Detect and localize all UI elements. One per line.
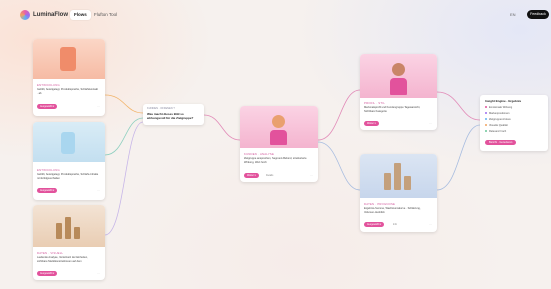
status-dot-icon bbox=[485, 106, 487, 109]
card-image bbox=[33, 39, 105, 79]
connector bbox=[317, 141, 361, 191]
status-dot-icon bbox=[485, 118, 487, 121]
continue-button[interactable]: Weiter ▾ bbox=[364, 121, 379, 126]
more-icon[interactable]: ··· bbox=[429, 222, 432, 227]
question-text: Was macht dieses Bild so wirkungsvoll fü… bbox=[147, 112, 194, 120]
panel-row: Relevanz hoch bbox=[485, 130, 506, 134]
info-link[interactable]: Info bbox=[393, 222, 397, 227]
person-head-icon bbox=[272, 115, 285, 128]
more-icon[interactable]: ··· bbox=[97, 271, 100, 276]
connector bbox=[436, 124, 481, 191]
details-link[interactable]: Details bbox=[266, 173, 273, 178]
more-icon[interactable]: ··· bbox=[97, 104, 100, 109]
card-chart-tan[interactable]: DATEN · VISUELL Laufende Analyse, Vertei… bbox=[33, 205, 105, 280]
select-button[interactable]: Ausgewählt ▾ bbox=[37, 188, 58, 193]
card-tag: ENTWICKLUNG bbox=[37, 168, 60, 172]
connector bbox=[104, 117, 144, 156]
card-description: Gefüllt, bereitgelegt, Produktsprache, S… bbox=[37, 88, 98, 95]
bar-chart-icon bbox=[56, 215, 82, 239]
card-image bbox=[240, 106, 318, 148]
status-dot-icon bbox=[485, 130, 487, 133]
card-container-orange[interactable]: ENTWICKLUNG Gefüllt, bereitgelegt, Produ… bbox=[33, 39, 105, 116]
status-dot-icon bbox=[485, 112, 487, 115]
panel-row: Markenpositionen bbox=[485, 112, 509, 116]
card-description: Gefüllt, bereitgelegt, Produktsprache, S… bbox=[37, 173, 99, 180]
person-head-icon bbox=[392, 63, 405, 76]
select-button[interactable]: Ausgewählt ▾ bbox=[364, 222, 385, 227]
connector bbox=[104, 94, 144, 114]
panel-row: Visuelle Qualität bbox=[485, 124, 508, 128]
connector bbox=[104, 121, 144, 236]
select-button[interactable]: Ausgewählt ▾ bbox=[37, 104, 58, 109]
select-button[interactable]: Ausgewählt ▾ bbox=[37, 271, 58, 276]
card-tag: KUNDEN · ANALYSE bbox=[244, 152, 275, 156]
card-image bbox=[33, 122, 105, 162]
connector bbox=[203, 114, 241, 141]
status-dot-icon bbox=[485, 124, 487, 127]
card-tag: DATEN · VISUELL bbox=[37, 251, 64, 255]
panel-title: Insight Engine · Ergebnis bbox=[485, 99, 522, 103]
jar-icon bbox=[60, 47, 76, 71]
more-icon[interactable]: ··· bbox=[429, 121, 432, 126]
bar-chart-icon bbox=[384, 162, 412, 190]
panel-row: Zielgruppen-Fokus bbox=[485, 118, 511, 122]
more-icon[interactable]: ··· bbox=[310, 173, 313, 178]
connector bbox=[436, 91, 481, 121]
card-chart-bottom-right[interactable]: DATEN · PROGNOSE Ergebnis-Summe, Wachstu… bbox=[360, 154, 437, 232]
card-container-blue[interactable]: ENTWICKLUNG Gefüllt, bereitgelegt, Produ… bbox=[33, 122, 105, 200]
card-description: Laufende Analyse, Verteilnetz der Einhei… bbox=[37, 256, 88, 263]
card-image bbox=[360, 154, 437, 198]
card-image bbox=[360, 54, 437, 98]
more-icon[interactable]: ··· bbox=[97, 188, 100, 193]
question-label: KUNDEN · OFFENEN ? bbox=[147, 107, 175, 110]
card-description: Merkmalsprofil und Kundengruppe Tagesans… bbox=[364, 106, 421, 113]
person-body-icon bbox=[390, 78, 407, 95]
card-person-top-right[interactable]: PROFIL · STIL Merkmalsprofil und Kundeng… bbox=[360, 54, 437, 130]
continue-button[interactable]: Weiter ▾ bbox=[244, 173, 259, 178]
card-tag: ENTWICKLUNG bbox=[37, 83, 60, 87]
card-description: Zielgruppe ansprechen, Segment-Befund, s… bbox=[244, 157, 307, 164]
card-tag: DATEN · PROGNOSE bbox=[364, 202, 396, 206]
generate-report-button[interactable]: Bericht · Generieren bbox=[485, 140, 517, 145]
card-description: Ergebnis-Summe, Wachstumskurve · Schätzu… bbox=[364, 207, 421, 214]
person-body-icon bbox=[270, 130, 287, 145]
panel-row: Emotionale Wirkung bbox=[485, 106, 512, 110]
card-tag: PROFIL · STIL bbox=[364, 101, 385, 105]
card-person-center[interactable]: KUNDEN · ANALYSE Zielgruppe ansprechen, … bbox=[240, 106, 318, 182]
question-card[interactable]: KUNDEN · OFFENEN ? Was macht dieses Bild… bbox=[143, 104, 204, 125]
card-image bbox=[33, 205, 105, 247]
connector bbox=[317, 89, 361, 141]
jar-icon bbox=[61, 132, 75, 154]
insight-panel: Insight Engine · Ergebnis Emotionale Wir… bbox=[480, 95, 548, 151]
